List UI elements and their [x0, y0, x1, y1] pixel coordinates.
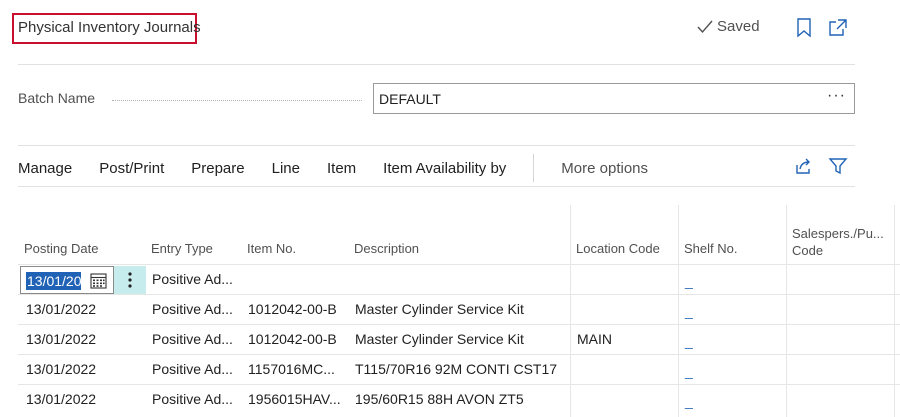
column-header-description[interactable]: Description: [354, 241, 419, 256]
calendar-icon[interactable]: [90, 272, 107, 289]
table-row[interactable]: Positive Ad... _: [18, 264, 900, 294]
filter-icon[interactable]: [828, 156, 848, 176]
cell-posting-date[interactable]: 13/01/2022: [26, 355, 96, 384]
cell-shelf-no[interactable]: _: [685, 385, 693, 414]
menu-bottom-divider: [18, 186, 855, 187]
column-header-code: Code: [792, 243, 824, 258]
posting-date-input[interactable]: 13/01/2022: [20, 266, 114, 294]
posting-date-selected-text: 13/01/2022: [26, 272, 81, 290]
cell-item-no[interactable]: 1012042-00-B: [248, 325, 337, 354]
menu-item-availability-by[interactable]: Item Availability by: [383, 160, 506, 177]
menu-item[interactable]: Item: [327, 160, 356, 177]
menu-manage[interactable]: Manage: [18, 160, 72, 177]
menu-post-print[interactable]: Post/Print: [99, 160, 164, 177]
batch-name-field[interactable]: DEFAULT ···: [373, 83, 855, 114]
table-row[interactable]: 13/01/2022 Positive Ad... 1157016MC... T…: [18, 354, 900, 384]
share-icon[interactable]: [793, 156, 813, 176]
cell-entry-type[interactable]: Positive Ad...: [152, 325, 233, 354]
more-vertical-icon: [128, 272, 132, 288]
cell-posting-date[interactable]: 13/01/2022: [26, 385, 96, 414]
menu-more-options[interactable]: More options: [561, 160, 648, 177]
menu-prepare[interactable]: Prepare: [191, 160, 244, 177]
menu-separator: [533, 154, 535, 182]
cell-item-no[interactable]: 1157016MC...: [248, 355, 335, 384]
cell-description[interactable]: Master Cylinder Service Kit: [355, 325, 524, 354]
header-divider: [18, 64, 855, 65]
row-actions-button[interactable]: [114, 266, 146, 294]
column-header-location-code[interactable]: Location Code: [576, 241, 660, 256]
table-row[interactable]: 13/01/2022 Positive Ad... 1012042-00-B M…: [18, 324, 900, 354]
column-header-salesperson[interactable]: Salespers./Pu...: [792, 226, 884, 241]
batch-name-value: DEFAULT: [379, 91, 441, 107]
cell-posting-date[interactable]: 13/01/2022: [26, 295, 96, 324]
cell-location-code[interactable]: MAIN: [577, 325, 612, 354]
cell-posting-date[interactable]: 13/01/2022: [26, 325, 96, 354]
cell-entry-type[interactable]: Positive Ad...: [152, 265, 233, 294]
cell-entry-type[interactable]: Positive Ad...: [152, 355, 233, 384]
open-new-window-icon[interactable]: [828, 18, 848, 38]
column-header-shelf-no[interactable]: Shelf No.: [684, 241, 737, 256]
action-menu-bar: Manage Post/Print Prepare Line Item Item…: [18, 154, 675, 182]
cell-description[interactable]: Master Cylinder Service Kit: [355, 295, 524, 324]
cell-description[interactable]: T115/70R16 92M CONTI CST17: [355, 355, 557, 384]
cell-shelf-no[interactable]: _: [685, 295, 693, 324]
cell-description[interactable]: 195/60R15 88H AVON ZT5: [355, 385, 524, 414]
table-row[interactable]: 13/01/2022 Positive Ad... 1012042-00-B M…: [18, 294, 900, 324]
column-header-item-no[interactable]: Item No.: [247, 241, 296, 256]
column-header-posting-date[interactable]: Posting Date: [24, 241, 98, 256]
table-row[interactable]: 13/01/2022 Positive Ad... 1956015HAV... …: [18, 384, 900, 414]
cell-shelf-no[interactable]: _: [685, 265, 693, 294]
batch-name-label: Batch Name: [18, 90, 96, 106]
cell-item-no[interactable]: 1012042-00-B: [248, 295, 337, 324]
cell-item-no[interactable]: 1956015HAV...: [248, 385, 341, 414]
cell-entry-type[interactable]: Positive Ad...: [152, 385, 233, 414]
menu-top-divider: [18, 145, 855, 146]
batch-name-lookup-button[interactable]: ···: [827, 87, 846, 105]
cell-entry-type[interactable]: Positive Ad...: [152, 295, 233, 324]
page-title: Physical Inventory Journals: [18, 19, 201, 36]
cell-shelf-no[interactable]: _: [685, 325, 693, 354]
saved-status: Saved: [697, 18, 760, 35]
bookmark-icon[interactable]: [795, 18, 813, 38]
cell-shelf-no[interactable]: _: [685, 355, 693, 384]
saved-status-label: Saved: [717, 18, 760, 35]
batch-name-leader: [112, 100, 362, 101]
menu-line[interactable]: Line: [272, 160, 300, 177]
column-header-entry-type[interactable]: Entry Type: [151, 241, 213, 256]
check-icon: [697, 20, 713, 33]
